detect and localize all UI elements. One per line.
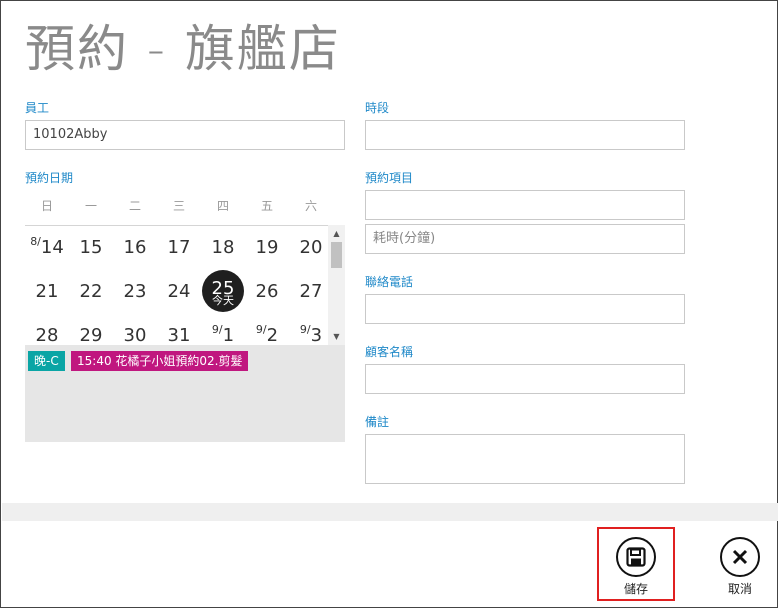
save-button[interactable]: 儲存: [599, 529, 673, 601]
phone-field[interactable]: [365, 294, 685, 324]
calendar-day-number: 14: [40, 237, 64, 258]
calendar-day[interactable]: 24: [157, 270, 201, 314]
day-events-area: 晚-C 15:40 花橘子小姐預約02.剪髮: [25, 345, 345, 442]
page-title: 預約 - 旗艦店: [25, 20, 341, 78]
weekday-fri: 五: [260, 199, 273, 213]
calendar-day-number: 20: [299, 237, 323, 258]
cancel-label: 取消: [727, 582, 752, 596]
weekday-sun: 日: [40, 199, 53, 213]
scroll-down-icon[interactable]: ▼: [328, 331, 345, 343]
calendar-day[interactable]: 20: [289, 226, 333, 270]
calendar-day-number: 17: [167, 237, 191, 258]
calendar-day[interactable]: 19: [245, 226, 289, 270]
calendar-day-number: 24: [167, 281, 191, 302]
date-label: 預約日期: [25, 171, 74, 185]
calendar-day-number: 15: [79, 237, 103, 258]
timeslot-field[interactable]: [365, 120, 685, 150]
weekday-thu: 四: [216, 199, 229, 213]
calendar-day[interactable]: 31: [157, 314, 201, 345]
note-label: 備註: [365, 415, 390, 429]
cancel-button[interactable]: 取消: [703, 529, 777, 601]
calendar-day-number: 2: [266, 325, 279, 345]
calendar-day[interactable]: 17: [157, 226, 201, 270]
calendar-day-number: 29: [79, 325, 103, 345]
app-bar-divider: [2, 503, 778, 521]
calendar-day[interactable]: 23: [113, 270, 157, 314]
calendar-day[interactable]: 9/2: [245, 314, 289, 345]
calendar-day[interactable]: 30: [113, 314, 157, 345]
calendar-day[interactable]: 26: [245, 270, 289, 314]
calendar-day-number: 16: [123, 237, 147, 258]
calendar-day[interactable]: 15: [69, 226, 113, 270]
calendar-day[interactable]: 22: [69, 270, 113, 314]
phone-label: 聯絡電話: [365, 275, 414, 289]
close-icon: [720, 537, 760, 577]
calendar-day-number: 18: [211, 237, 235, 258]
calendar-day-number: 3: [310, 325, 323, 345]
calendar-month-prefix: 8/: [30, 235, 41, 248]
today-label: 今天: [212, 294, 234, 307]
calendar-day-number: 22: [79, 281, 103, 302]
calendar-day[interactable]: 28: [25, 314, 69, 345]
calendar-day-number: 23: [123, 281, 147, 302]
calendar-day-number: 1: [222, 325, 235, 345]
calendar-day-number: 31: [167, 325, 191, 345]
calendar-day-number: 27: [299, 281, 323, 302]
service-label: 預約項目: [365, 171, 414, 185]
calendar-weekday-header: 日 一 二 三 四 五 六: [25, 197, 333, 215]
floppy-disk-icon: [616, 537, 656, 577]
weekday-tue: 二: [128, 199, 141, 213]
scroll-thumb[interactable]: [331, 242, 342, 268]
timeslot-label: 時段: [365, 101, 390, 115]
calendar-day[interactable]: 16: [113, 226, 157, 270]
calendar-grid: 8/14 15 16 17 18 19 20 21 22 23 24 25 今天 26 27 28 29 30 31…: [25, 225, 345, 345]
scroll-up-icon[interactable]: ▲: [328, 228, 345, 240]
calendar-day-number: 30: [123, 325, 147, 345]
customer-field[interactable]: [365, 364, 685, 394]
calendar-scrollbar[interactable]: ▲ ▼: [328, 225, 345, 345]
service-field[interactable]: [365, 190, 685, 220]
calendar-day-today[interactable]: 25 今天: [201, 270, 245, 314]
calendar-day[interactable]: 8/14: [25, 226, 69, 270]
employee-label: 員工: [25, 101, 50, 115]
calendar-day[interactable]: 9/1: [201, 314, 245, 345]
calendar-day[interactable]: 9/3: [289, 314, 333, 345]
appointment-chip[interactable]: 15:40 花橘子小姐預約02.剪髮: [71, 351, 249, 371]
weekday-mon: 一: [84, 199, 97, 213]
duration-field[interactable]: 耗時(分鐘): [365, 224, 685, 254]
shift-chip[interactable]: 晚-C: [28, 351, 65, 371]
calendar-day[interactable]: 18: [201, 226, 245, 270]
calendar-month-prefix: 9/: [299, 323, 311, 336]
calendar-month-prefix: 9/: [211, 323, 223, 336]
calendar-day-number: 21: [35, 281, 59, 302]
save-label: 儲存: [623, 582, 648, 596]
note-field[interactable]: [365, 434, 685, 484]
calendar-day[interactable]: 29: [69, 314, 113, 345]
app-window: 預約 - 旗艦店 員工 10102Abby 預約日期 日 一 二 三 四 五 六…: [0, 0, 778, 608]
weekday-wed: 三: [172, 199, 185, 213]
calendar-day-number: 26: [255, 281, 279, 302]
customer-label: 顧客名稱: [365, 345, 414, 359]
calendar-day[interactable]: 21: [25, 270, 69, 314]
employee-field[interactable]: 10102Abby: [25, 120, 345, 150]
calendar-month-prefix: 9/: [255, 323, 267, 336]
weekday-sat: 六: [304, 199, 317, 213]
calendar-day-number: 19: [255, 237, 279, 258]
calendar-day[interactable]: 27: [289, 270, 333, 314]
calendar-day-number: 28: [35, 325, 59, 345]
